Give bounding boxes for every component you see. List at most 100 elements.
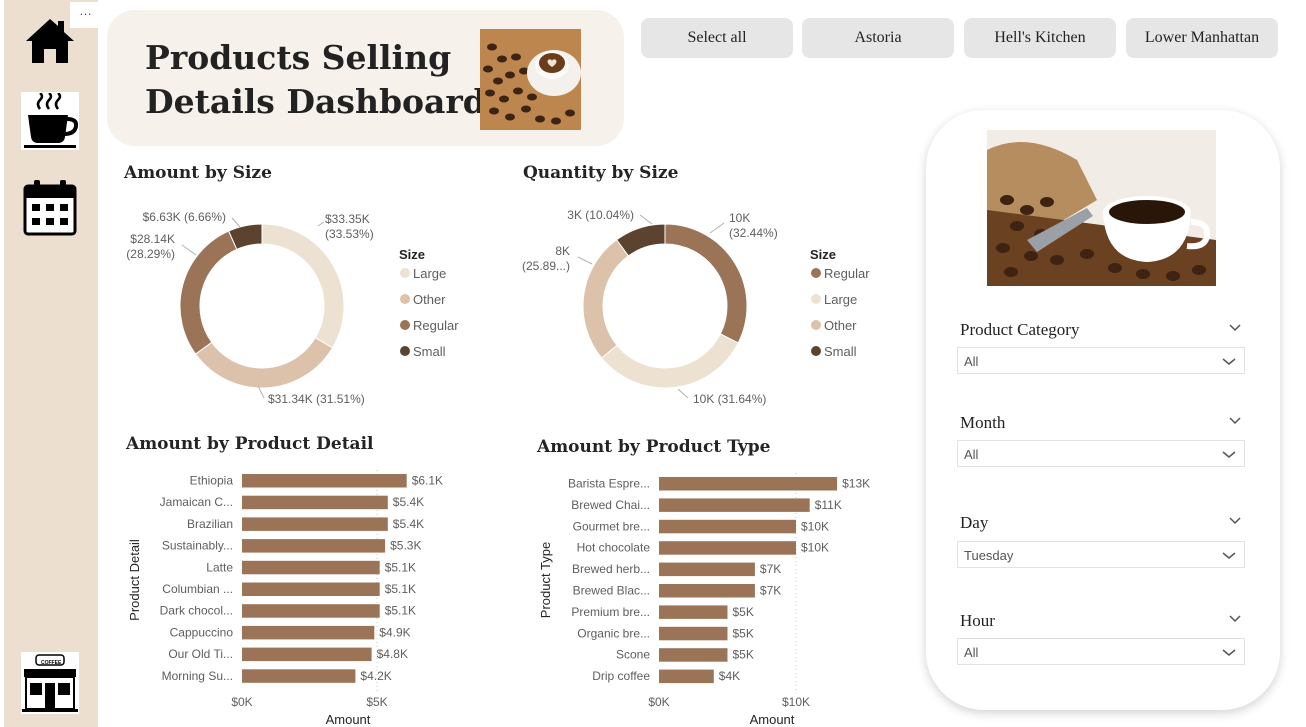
product-type-bar-value-label: $10K (801, 519, 829, 533)
product-detail-category-label: Dark chocol... (160, 604, 233, 618)
quantity-size-data-label: 10K (729, 211, 750, 225)
quantity-size-legend-item-small: Small (824, 344, 857, 359)
amount-by-product-type-title: Amount by Product Type (536, 437, 771, 457)
amount-size-leader-line (317, 221, 325, 227)
amount-size-legend-item-other: Other (413, 292, 446, 307)
quantity-size-leader-line (639, 214, 653, 225)
amount-size-data-label: $6.63K (6.66%) (143, 210, 226, 224)
quantity-size-data-label: 3K (10.04%) (567, 208, 634, 222)
amount-by-size-title: Amount by Size (123, 163, 272, 183)
product-detail-bar-value-label: $5.4K (393, 495, 424, 509)
product-type-category-label: Drip coffee (592, 669, 650, 683)
amount-size-leader-line (181, 244, 197, 256)
product-type-y-axis-title: Product Type (538, 542, 553, 618)
product-type-category-label: Scone (616, 648, 650, 662)
amount-size-legend-marker (400, 268, 410, 278)
product-detail-category-label: Morning Su... (162, 669, 233, 683)
amount-by-product-detail-title: Amount by Product Detail (125, 434, 374, 454)
quantity-size-data-label-pct: (32.44%) (729, 226, 778, 240)
quantity-size-slice-large (600, 333, 739, 389)
product-detail-category-label: Jamaican C... (160, 495, 233, 509)
quantity-size-data-label-pct: (25.89...) (522, 259, 570, 273)
product-detail-bar-our-old-ti (242, 647, 372, 662)
quantity-size-slice-other (582, 239, 630, 359)
amount-size-data-label: $31.34K (31.51%) (268, 392, 365, 406)
amount-size-data-label: $33.35K (325, 212, 370, 226)
product-detail-bar-sustainably (242, 539, 386, 553)
product-detail-category-label: Sustainably... (162, 539, 233, 553)
product-type-category-label: Brewed Blac... (573, 584, 650, 598)
product-detail-bar-value-label: $6.1K (412, 474, 443, 488)
quantity-size-legend-marker (811, 294, 821, 304)
amount-size-legend-item-small: Small (413, 344, 446, 359)
product-type-bar-brewed-herb (659, 562, 755, 577)
product-type-bar-drip-coffee (659, 669, 714, 684)
product-detail-bar-value-label: $4.9K (379, 625, 410, 639)
product-detail-category-label: Ethiopia (190, 474, 234, 488)
quantity-size-legend-item-large: Large (824, 292, 857, 307)
product-detail-bar-value-label: $5.1K (385, 582, 416, 596)
product-detail-bar-value-label: $4.2K (360, 669, 391, 683)
product-type-bar-value-label: $5K (733, 605, 754, 619)
product-detail-x-axis-title: Amount (326, 712, 371, 727)
product-type-x-axis-title: Amount (750, 712, 795, 727)
product-detail-bar-jamaican-c (242, 495, 388, 510)
product-type-bar-hot-chocolate (659, 541, 796, 555)
product-detail-bar-value-label: $5.4K (393, 517, 424, 531)
product-detail-bar-value-label: $5.1K (385, 604, 416, 618)
quantity-size-legend-marker (811, 346, 821, 356)
product-type-x-tick-label: $10K (782, 695, 810, 709)
dashboard-page: COFFEE … Products Selling Details Dashbo… (0, 0, 1306, 727)
product-type-bar-value-label: $13K (842, 477, 870, 491)
product-detail-category-label: Cappuccino (170, 625, 234, 639)
product-detail-x-tick-label: $0K (231, 695, 252, 709)
quantity-size-leader-line (577, 256, 593, 265)
product-type-bar-scone (659, 648, 728, 662)
product-type-category-label: Organic bre... (577, 626, 650, 640)
product-detail-bar-cappuccino (242, 625, 375, 640)
amount-size-data-label-pct: (33.53%) (325, 227, 374, 241)
amount-size-legend-marker (400, 294, 410, 304)
product-type-category-label: Brewed herb... (572, 562, 650, 576)
charts-canvas: Amount by Size Quantity by Size Amount b… (123, 163, 870, 727)
product-type-category-label: Gourmet bre... (573, 519, 650, 533)
amount-size-data-label: $28.14K (130, 232, 175, 246)
product-type-bar-value-label: $5K (733, 626, 754, 640)
product-type-category-label: Premium bre... (571, 605, 650, 619)
quantity-size-data-label: 8K (555, 244, 570, 258)
product-type-x-tick-label: $0K (648, 695, 669, 709)
quantity-size-leader-line (677, 388, 689, 399)
amount-size-legend-marker (400, 346, 410, 356)
amount-size-legend-item-large: Large (413, 266, 446, 281)
product-type-bar-gourmet-bre (659, 519, 796, 534)
product-type-bar-brewed-blac (659, 584, 755, 598)
quantity-size-legend-marker (811, 268, 821, 278)
product-type-category-label: Barista Espre... (568, 477, 650, 491)
product-type-bar-value-label: $5K (733, 648, 754, 662)
quantity-size-legend-marker (811, 320, 821, 330)
product-detail-bar-brazilian (242, 517, 388, 531)
quantity-size-legend-item-other: Other (824, 318, 857, 333)
amount-size-legend-marker (400, 320, 410, 330)
amount-size-leader-line (231, 217, 241, 228)
product-detail-bar-value-label: $5.3K (390, 539, 421, 553)
amount-size-legend-title: Size (399, 247, 425, 262)
amount-size-legend-item-regular: Regular (413, 318, 459, 333)
product-type-bar-barista-espre (659, 477, 838, 491)
quantity-by-size-title: Quantity by Size (523, 163, 679, 183)
amount-size-data-label-pct: (28.29%) (126, 247, 175, 261)
product-type-bar-value-label: $10K (801, 541, 829, 555)
product-type-bar-value-label: $7K (760, 584, 781, 598)
product-detail-category-label: Latte (206, 560, 233, 574)
quantity-size-legend-item-regular: Regular (824, 266, 870, 281)
product-detail-category-label: Brazilian (187, 517, 233, 531)
product-detail-y-axis-title: Product Detail (127, 539, 142, 621)
product-type-category-label: Hot chocolate (577, 541, 651, 555)
product-detail-bar-morning-su (242, 669, 356, 683)
product-detail-bar-latte (242, 560, 380, 575)
product-type-bar-value-label: $7K (760, 562, 781, 576)
product-type-bar-value-label: $11K (815, 498, 842, 512)
product-type-bar-value-label: $4K (719, 669, 740, 683)
quantity-size-slice-regular (664, 223, 748, 344)
product-detail-bar-ethiopia (242, 474, 407, 488)
